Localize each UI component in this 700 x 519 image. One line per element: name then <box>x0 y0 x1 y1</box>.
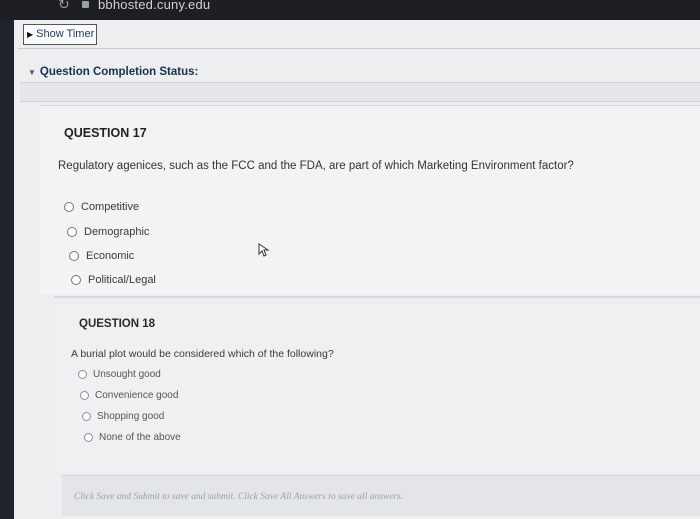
option-label: Economic <box>86 250 135 262</box>
chevron-down-icon: ▼ <box>28 67 36 77</box>
radio-button[interactable] <box>67 227 77 237</box>
radio-button[interactable] <box>71 275 81 285</box>
question-18-block: QUESTION 18 A burial plot would be consi… <box>54 304 700 472</box>
question-title: QUESTION 17 <box>64 126 147 140</box>
option-none-of-the-above[interactable]: None of the above <box>84 432 181 443</box>
question-17-block: QUESTION 17 Regulatory agenices, such as… <box>40 105 700 294</box>
address-bar-url[interactable]: bbhosted.cuny.edu <box>98 0 210 12</box>
status-label: Question Completion Status: <box>39 66 199 78</box>
header-divider <box>18 48 700 49</box>
radio-button[interactable] <box>69 251 79 261</box>
submit-instructions: Click Save and Submit to save and submit… <box>74 492 404 502</box>
option-competitive[interactable]: Competitive <box>64 201 139 213</box>
option-label: Shopping good <box>97 411 165 422</box>
option-convenience-good[interactable]: Convenience good <box>80 390 178 401</box>
play-triangle-icon: ▶ <box>27 30 34 39</box>
radio-button[interactable] <box>84 433 93 442</box>
option-label: Competitive <box>81 201 140 213</box>
question-text: Regulatory agenices, such as the FCC and… <box>58 160 574 172</box>
question-text: A burial plot would be considered which … <box>71 348 334 360</box>
question-completion-status[interactable]: ▼ Question Completion Status: <box>28 66 198 78</box>
option-label: None of the above <box>99 432 181 443</box>
mouse-cursor-icon <box>258 243 270 257</box>
status-panel <box>20 82 700 102</box>
lock-icon <box>82 1 89 8</box>
browser-bar: ↻ bbhosted.cuny.edu <box>0 0 700 20</box>
option-label: Political/Legal <box>88 274 156 286</box>
question-title: QUESTION 18 <box>79 318 156 330</box>
option-label: Convenience good <box>95 390 179 401</box>
option-label: Demographic <box>84 226 150 238</box>
window-edge <box>0 20 14 519</box>
assessment-page: ▶ Show Timer ▼ Question Completion Statu… <box>14 20 700 519</box>
radio-button[interactable] <box>78 370 87 379</box>
show-timer-label: Show Timer <box>36 28 95 40</box>
option-label: Unsought good <box>93 369 161 380</box>
radio-button[interactable] <box>82 412 91 421</box>
option-unsought-good[interactable]: Unsought good <box>78 369 161 380</box>
reload-icon[interactable]: ↻ <box>58 0 70 13</box>
option-political-legal[interactable]: Political/Legal <box>71 274 156 286</box>
submit-instructions-bar: Click Save and Submit to save and submit… <box>62 475 700 516</box>
option-demographic[interactable]: Demographic <box>67 226 149 238</box>
show-timer-button[interactable]: ▶ Show Timer <box>23 24 98 45</box>
radio-button[interactable] <box>64 202 74 212</box>
radio-button[interactable] <box>80 391 89 400</box>
option-shopping-good[interactable]: Shopping good <box>82 411 164 422</box>
question-separator <box>54 296 700 298</box>
option-economic[interactable]: Economic <box>69 250 134 262</box>
